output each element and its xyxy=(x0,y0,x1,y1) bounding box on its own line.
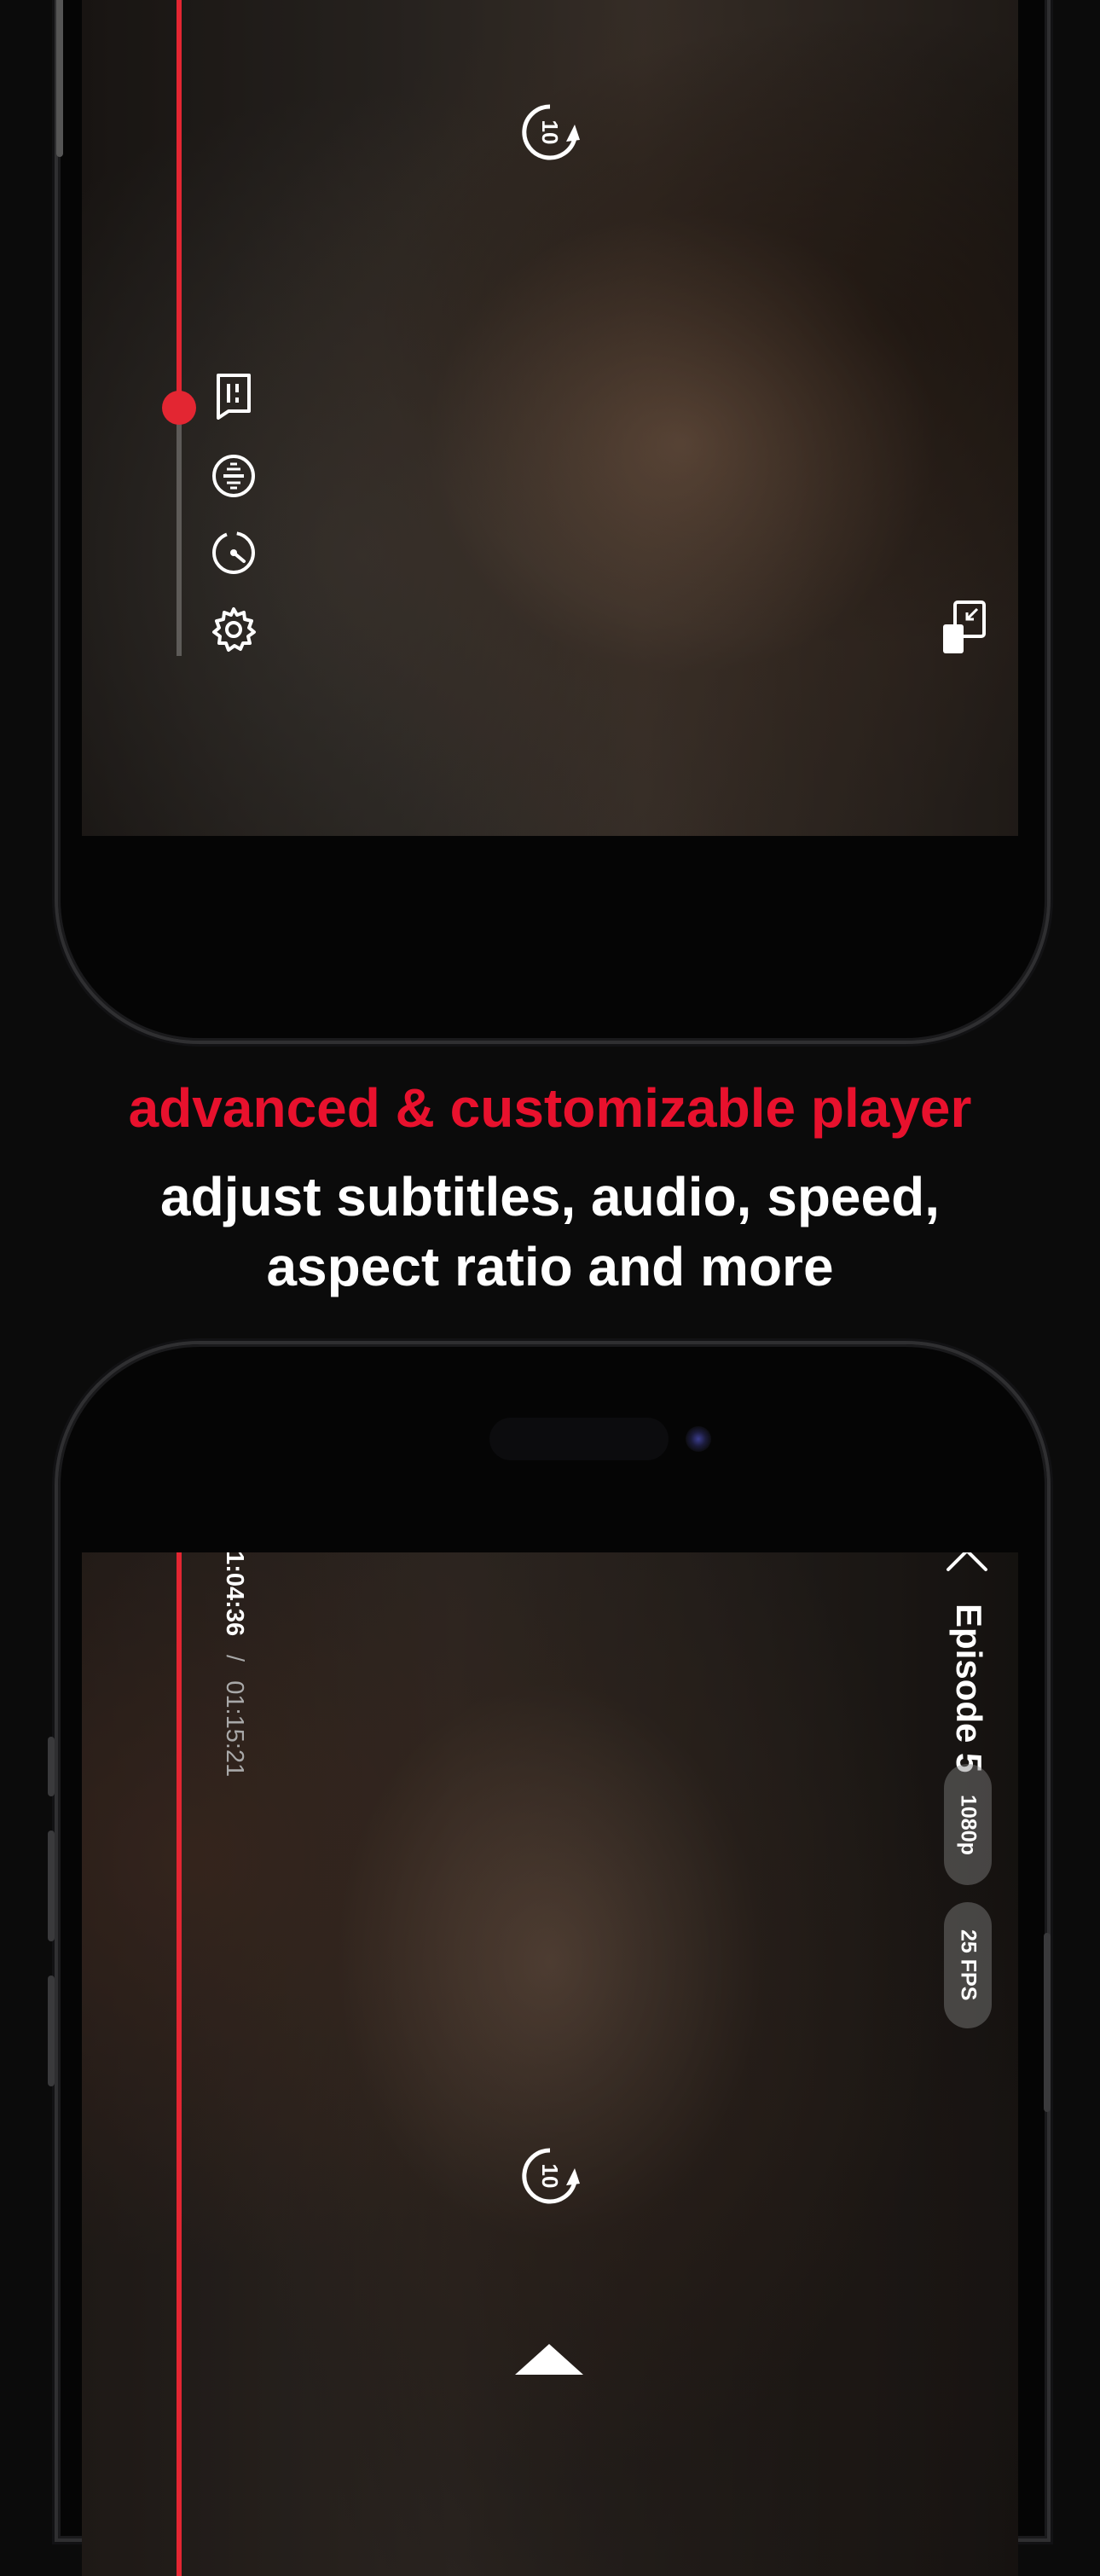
dynamic-island xyxy=(489,1418,669,1460)
fps-badge: 25 FPS xyxy=(944,1902,992,2028)
close-icon[interactable] xyxy=(943,1552,991,1575)
power-button xyxy=(1044,1933,1051,2112)
action-button xyxy=(48,1737,55,1796)
svg-text:10: 10 xyxy=(537,2164,563,2189)
video-player-bottom[interactable]: 01:04:36 / 01:15:21 Episode 5 1080p 25 F… xyxy=(82,1552,1018,2576)
video-player-top[interactable]: 10 xyxy=(82,0,1018,836)
current-time: 01:04:36 xyxy=(221,1552,248,1637)
episode-title: Episode 5 xyxy=(949,1604,989,1773)
aspect-ratio-icon[interactable] xyxy=(940,599,989,657)
front-camera xyxy=(686,1426,711,1452)
side-button xyxy=(56,0,63,157)
skip-10-icon[interactable]: 10 xyxy=(520,2146,580,2206)
promo-subline-line-1: adjust subtitles, audio, speed, xyxy=(160,1166,940,1227)
volume-down-button xyxy=(48,1976,55,2086)
promo-subline: adjust subtitles, audio, speed, aspect r… xyxy=(0,1162,1100,1302)
progress-knob[interactable] xyxy=(162,391,196,425)
audio-icon[interactable] xyxy=(211,454,256,498)
fps-badge-label: 25 FPS xyxy=(956,1929,981,2001)
speed-icon[interactable] xyxy=(211,531,256,575)
subtitles-icon[interactable] xyxy=(211,372,256,420)
phone-frame-bottom: 01:04:36 / 01:15:21 Episode 5 1080p 25 F… xyxy=(48,1341,1051,2576)
quality-badge: 1080p xyxy=(944,1764,992,1885)
svg-text:10: 10 xyxy=(537,120,563,145)
quality-badge-label: 1080p xyxy=(956,1794,981,1855)
time-separator: / xyxy=(221,1655,248,1662)
progress-fill xyxy=(177,0,182,409)
time-display: 01:04:36 / 01:15:21 xyxy=(220,1552,248,1777)
promo-headline: advanced & customizable player xyxy=(128,1077,972,1139)
progress-fill[interactable] xyxy=(177,1552,182,2576)
settings-icon[interactable] xyxy=(210,606,258,653)
promo-subline-line-2: aspect ratio and more xyxy=(266,1236,834,1297)
skip-10-icon[interactable]: 10 xyxy=(520,102,580,162)
phone-frame-top: 10 xyxy=(55,0,1051,1044)
volume-up-button xyxy=(48,1830,55,1941)
total-time: 01:15:21 xyxy=(221,1680,248,1778)
play-pause-icon[interactable] xyxy=(515,2344,583,2375)
